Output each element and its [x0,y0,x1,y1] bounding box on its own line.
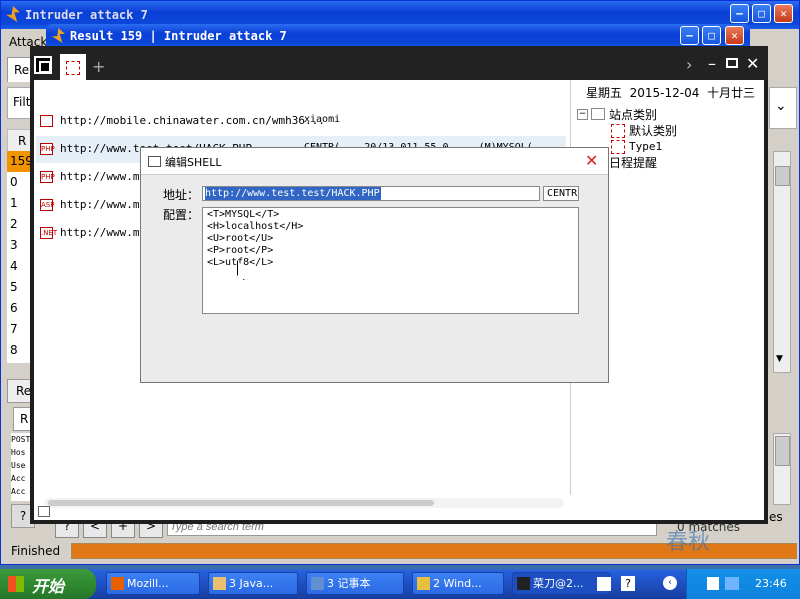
task-label: 3 Java... [229,577,274,590]
tray-icon-keyboard[interactable] [597,577,611,591]
maximize-icon[interactable] [726,58,738,68]
tree-reminder[interactable]: 日程提醒 [609,154,657,171]
clock: 23:46 [755,577,787,590]
shell-url: http://www.mai [60,226,153,239]
folder-icon [591,108,605,120]
taskbar-button[interactable]: 3 Java... [208,572,298,595]
chevron-right-icon[interactable]: › [686,55,692,74]
burp-icon [52,28,65,43]
shell-url: http://mobile.chinawater.com.cn/wmh36... [60,114,325,127]
result-title: Result 159 | Intruder attack 7 [70,29,287,43]
task-label: 2 Wind... [433,577,482,590]
tree-type1[interactable]: Type1 [629,140,662,153]
status-left: 菜刀@2014/12/13@52ecd9a9197c966e6121780f0b… [52,509,337,520]
start-label: 开始 [32,577,65,596]
intruder-minimize-button[interactable]: – [730,4,749,23]
status-right: 0. 默认类别 (5) [684,507,762,520]
dropdown-chevron-icon[interactable]: ⌄ [775,98,787,114]
minimize-icon[interactable]: – [708,54,716,73]
cknife-tab-bar: + › – ✕ [30,46,768,80]
encoding-select[interactable]: CENTR [543,186,579,201]
system-tray: ? ‹ 23:46 [597,569,800,599]
addr-label: 地址： [163,188,200,202]
es-label: es [769,510,783,524]
config-label: 配置： [163,208,200,222]
task-app-icon [111,577,124,590]
category-icon [611,140,625,154]
dialog-header: 编辑SHELL ✕ [141,148,608,175]
config-line: <P>root</P> [207,245,274,256]
tree-default-category[interactable]: 默认类别 [629,122,677,139]
active-shell-tab[interactable] [60,54,86,80]
result-close-button[interactable]: ✕ [725,26,744,45]
config-line: <L>utf8</L> [207,257,274,268]
task-label: 菜刀@2... [533,577,584,590]
scroll-down-icon[interactable]: ▼ [776,354,783,364]
shell-type-icon: ASP [40,199,55,211]
addr-input[interactable] [202,186,540,201]
result-title-bar: Result 159 | Intruder attack 7 – □ ✕ [46,24,750,48]
task-app-icon [517,577,530,590]
taskbar-button[interactable]: 菜刀@2... [512,572,610,595]
taskbar-button[interactable]: 2 Wind... [412,572,504,595]
scrollbar-thumb-lower[interactable] [775,436,790,466]
shell-icon [66,61,80,75]
task-app-icon [417,577,430,590]
home-tab[interactable] [34,56,52,74]
task-label: Mozill... [127,577,169,590]
tray-help-icon[interactable]: ? [621,576,635,591]
tray-network-icon[interactable] [725,577,739,590]
config-line: <U>root</U> [207,233,274,244]
task-app-icon [213,577,226,590]
burp-icon [6,6,20,22]
config-line: <T>MYSQL</T> [207,209,280,220]
taskbar-button[interactable]: 3 记事本 [306,572,404,595]
taskbar-button[interactable]: Mozill... [106,572,200,595]
config-textarea[interactable]: <T>MYSQL</T> <H>localhost</H> <U>root</U> <… [202,207,579,314]
right-scrollbar-lower[interactable] [773,433,791,505]
scrollbar-thumb[interactable] [775,166,790,186]
right-panel: ⌄ [769,87,797,129]
dialog-close-icon[interactable]: ✕ [585,151,598,170]
close-icon[interactable]: ✕ [746,54,759,73]
category-icon [611,124,625,138]
result-maximize-button[interactable]: □ [702,26,721,45]
edit-shell-dialog: 编辑SHELL ✕ 地址： CENTR 配置： <T>MYSQL</T><H>l… [140,147,609,383]
shell-type-icon: PHP [40,171,55,183]
shell-type-icon: PHP [40,143,55,155]
intruder-close-button[interactable]: ✕ [774,4,793,23]
status-page-icon [38,506,50,517]
taskbar: 开始 Mozill... 3 Java... 3 记事本 2 Wind... 菜刀@2.… [0,569,800,599]
task-app-icon [311,577,324,590]
shell-url: http://www.mai [60,170,153,183]
tree-root[interactable]: 站点类别 [609,106,657,123]
shell-type-icon: .NET [40,227,58,239]
dialog-title: 编辑SHELL [165,156,222,169]
dialog-window-icon [148,156,161,167]
intruder-maximize-button[interactable]: □ [752,4,771,23]
tray-window-icon[interactable] [707,577,719,590]
task-label: 3 记事本 [327,577,371,590]
tray-chevron-icon[interactable]: ‹ [663,576,677,590]
config-line: <H>localhost</H> [207,221,304,232]
add-tab-icon[interactable]: + [92,57,105,76]
windows-logo-icon [8,576,24,592]
result-minimize-button[interactable]: – [680,26,699,45]
shell-url: http://www.mai [60,198,153,211]
tree-collapse-icon[interactable]: − [577,109,588,120]
start-button[interactable]: 开始 [0,569,96,599]
watermark: 春秋 [666,530,711,555]
intruder-title: Intruder attack 7 [25,8,148,22]
shell-list-row[interactable]: http://mobile.chinawater.com.cn/wmh36...… [36,108,566,135]
shell-note: xiaomi [304,114,341,125]
right-scrollbar[interactable]: ▼ [773,151,791,373]
shell-type-icon [40,115,53,127]
status-finished: Finished [11,544,61,558]
